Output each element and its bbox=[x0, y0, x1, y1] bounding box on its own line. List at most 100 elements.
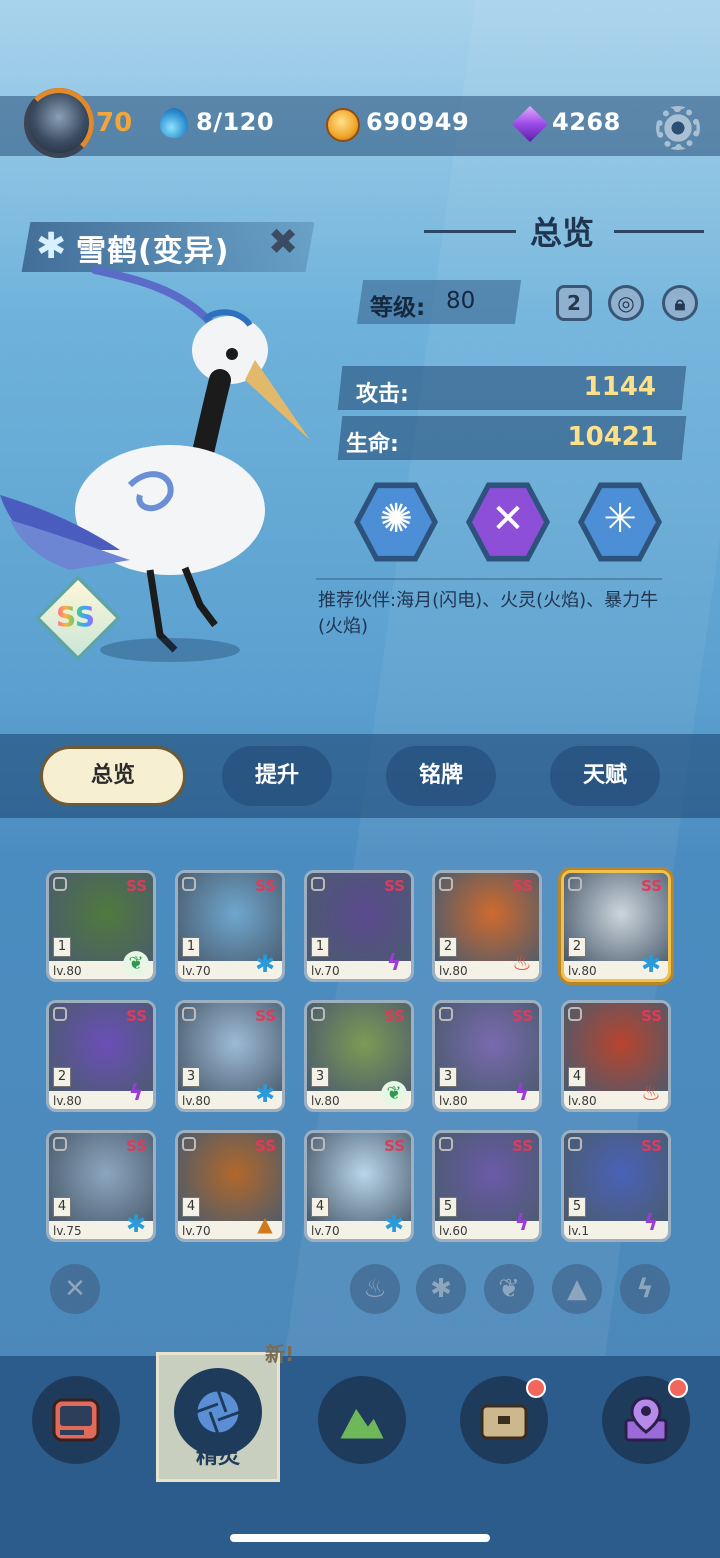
leaf-filter-button[interactable]: ❦ bbox=[484, 1264, 534, 1314]
title-ornament-left bbox=[424, 230, 516, 233]
bolt-element-icon: ϟ bbox=[386, 951, 402, 976]
mountain-icon bbox=[336, 1403, 388, 1442]
player-level: 70 bbox=[96, 108, 133, 138]
rarity-label: SS bbox=[126, 1137, 147, 1155]
gem-counter: 4268 bbox=[552, 108, 621, 136]
star-level: 1 bbox=[53, 937, 71, 957]
bolt-filter-button[interactable]: ϟ bbox=[620, 1264, 670, 1314]
overview-title: 总览 bbox=[530, 214, 595, 252]
bolt-element-icon: ϟ bbox=[128, 1081, 144, 1106]
lock-icon bbox=[53, 1137, 67, 1151]
tab-overview[interactable]: 总览 bbox=[40, 746, 186, 806]
home-indicator bbox=[230, 1534, 490, 1542]
rarity-label: SS bbox=[255, 877, 276, 895]
pet-level: lv.80 bbox=[568, 1094, 597, 1108]
fire-element-icon: ♨ bbox=[512, 951, 532, 976]
pet-card[interactable]: SS 1 lv.70 ϟ bbox=[304, 870, 414, 982]
ice-element-icon: ✱ bbox=[125, 1210, 147, 1238]
pet-card[interactable]: SS 2 lv.80 ϟ bbox=[46, 1000, 156, 1112]
pet-card[interactable]: SS 3 lv.80 ϟ bbox=[432, 1000, 542, 1112]
rarity-label: SS bbox=[384, 1007, 405, 1025]
rock-element-icon: ▲ bbox=[257, 1212, 273, 1236]
rarity-label: SS bbox=[126, 1007, 147, 1025]
pet-level: lv.70 bbox=[182, 1224, 211, 1238]
star-level: 2 bbox=[439, 937, 457, 957]
pet-card[interactable]: SS 1 lv.70 ✱ bbox=[175, 870, 285, 982]
lock-icon bbox=[182, 1007, 196, 1021]
pet-card[interactable]: SS 4 lv.80 ♨ bbox=[561, 1000, 671, 1112]
pet-level: lv.70 bbox=[311, 964, 340, 978]
pet-card[interactable]: SS 5 lv.1 ϟ bbox=[561, 1130, 671, 1242]
new-badge: 新! bbox=[265, 1342, 295, 1366]
gear-icon[interactable] bbox=[656, 106, 700, 150]
tab-upgrade[interactable]: 提升 bbox=[222, 746, 332, 806]
rarity-label: SS bbox=[512, 1007, 533, 1025]
star-level: 1 bbox=[311, 937, 329, 957]
star-level: 2 bbox=[568, 937, 586, 957]
leaf-element-icon: ❦ bbox=[381, 1081, 407, 1107]
pet-level: lv.80 bbox=[439, 1094, 468, 1108]
rarity-label: SS bbox=[641, 1137, 662, 1155]
chest-icon bbox=[480, 1404, 528, 1440]
pet-card[interactable]: SS 4 lv.70 ✱ bbox=[304, 1130, 414, 1242]
ice-filter-button[interactable]: ✱ bbox=[416, 1264, 466, 1314]
hp-label: 生命: bbox=[346, 432, 399, 457]
lock-icon bbox=[568, 1007, 582, 1021]
rarity-badge: SS bbox=[56, 600, 96, 633]
star-level: 1 bbox=[182, 937, 200, 957]
pet-level: lv.80 bbox=[182, 1094, 211, 1108]
star-level: 4 bbox=[311, 1197, 329, 1217]
location-pin-icon bbox=[624, 1396, 668, 1442]
star-level: 3 bbox=[182, 1067, 200, 1087]
target-icon[interactable]: ◎ bbox=[608, 285, 644, 321]
energy-counter: 8/120 bbox=[196, 108, 275, 136]
fire-element-icon: ♨ bbox=[641, 1081, 661, 1106]
pet-level: lv.80 bbox=[439, 964, 468, 978]
nav-battle-button[interactable] bbox=[32, 1376, 120, 1464]
pet-card[interactable]: SS 2 lv.80 ✱ bbox=[561, 870, 671, 982]
attack-value: 1144 bbox=[583, 372, 656, 402]
lock-icon[interactable]: 🔒︎ bbox=[662, 285, 698, 321]
coin-counter: 690949 bbox=[366, 108, 470, 136]
star-level: 3 bbox=[311, 1067, 329, 1087]
lock-icon bbox=[568, 1137, 582, 1151]
lock-icon bbox=[182, 1137, 196, 1151]
aperture-icon bbox=[194, 1388, 242, 1436]
bolt-element-icon: ϟ bbox=[643, 1211, 659, 1236]
lock-icon bbox=[53, 877, 67, 891]
tab-badge[interactable]: 铭牌 bbox=[386, 746, 496, 806]
recommended-partners: 推荐伙伴:海月(闪电)、火灵(火焰)、暴力牛(火焰) bbox=[318, 590, 659, 637]
fire-filter-button[interactable]: ♨ bbox=[350, 1264, 400, 1314]
level-value: 80 bbox=[446, 288, 476, 314]
rarity-label: SS bbox=[641, 877, 662, 895]
pet-level: lv.80 bbox=[311, 1094, 340, 1108]
nav-map-button[interactable] bbox=[318, 1376, 406, 1464]
rarity-label: SS bbox=[512, 1137, 533, 1155]
lock-icon bbox=[311, 1007, 325, 1021]
tab-talent[interactable]: 天赋 bbox=[550, 746, 660, 806]
bolt-element-icon: ϟ bbox=[514, 1211, 530, 1236]
pet-card[interactable]: SS 3 lv.80 ✱ bbox=[175, 1000, 285, 1112]
pet-card[interactable]: SS 2 lv.80 ♨ bbox=[432, 870, 542, 982]
avatar-level-ring bbox=[24, 88, 94, 158]
pet-card[interactable]: SS 4 lv.70 ▲ bbox=[175, 1130, 285, 1242]
rock-filter-button[interactable]: ▲ bbox=[552, 1264, 602, 1314]
ice-element-icon: ✱ bbox=[640, 950, 662, 978]
pet-card[interactable]: SS 4 lv.75 ✱ bbox=[46, 1130, 156, 1242]
pet-card[interactable]: SS 1 lv.80 ❦ bbox=[46, 870, 156, 982]
leaf-element-icon: ❦ bbox=[123, 951, 149, 977]
coin-icon bbox=[326, 108, 360, 142]
lock-icon bbox=[311, 877, 325, 891]
ice-element-icon: ✱ bbox=[383, 1210, 405, 1238]
pet-card[interactable]: SS 5 lv.60 ϟ bbox=[432, 1130, 542, 1242]
clear-filter-button[interactable]: ✕ bbox=[50, 1264, 100, 1314]
attack-label: 攻击: bbox=[356, 382, 409, 407]
star-level: 4 bbox=[53, 1197, 71, 1217]
pet-card[interactable]: SS 3 lv.80 ❦ bbox=[304, 1000, 414, 1112]
star-count-button[interactable]: 2 bbox=[556, 285, 592, 321]
rarity-label: SS bbox=[384, 1137, 405, 1155]
lock-icon bbox=[439, 1007, 453, 1021]
pet-level: lv.60 bbox=[439, 1224, 468, 1238]
location-notification-dot bbox=[668, 1378, 688, 1398]
star-level: 4 bbox=[568, 1067, 586, 1087]
